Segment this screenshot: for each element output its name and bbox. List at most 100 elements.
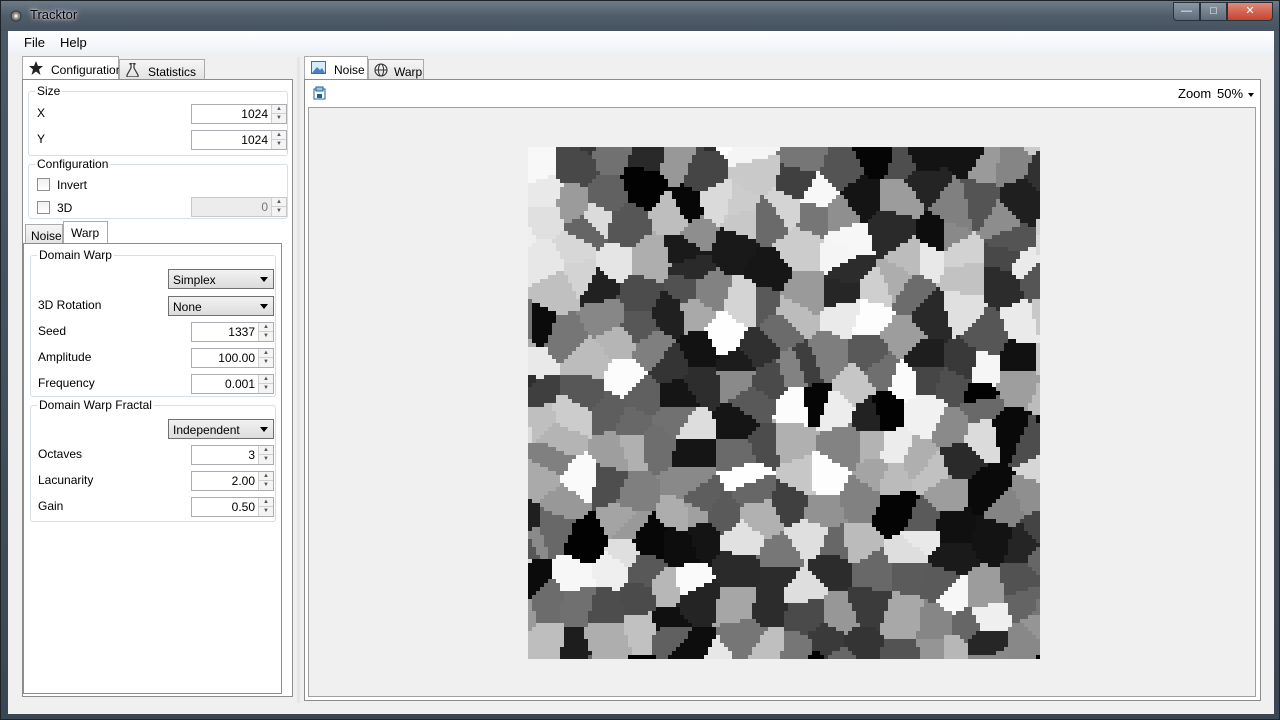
warp-type-value: Simplex xyxy=(173,273,216,287)
gain-up-button[interactable]: ▲ xyxy=(259,498,273,507)
configuration-group: Configuration Invert 3D 0 ▲ ▼ xyxy=(28,157,288,219)
rotation-select[interactable]: None xyxy=(168,296,274,316)
tab-warp[interactable]: Warp xyxy=(368,59,424,79)
chevron-down-icon xyxy=(1248,93,1254,97)
splitter[interactable] xyxy=(297,57,300,703)
close-button[interactable]: ✕ xyxy=(1227,2,1273,21)
lacunarity-up-button[interactable]: ▲ xyxy=(259,472,273,481)
subtab-warp[interactable]: Warp xyxy=(63,221,108,245)
tab-statistics-label: Statistics xyxy=(148,65,197,79)
seed-down-button[interactable]: ▼ xyxy=(259,332,273,341)
lacunarity-down-button[interactable]: ▼ xyxy=(259,481,273,490)
zoom-dropdown[interactable]: 50% xyxy=(1217,84,1257,102)
maximize-button[interactable]: □ xyxy=(1200,2,1227,21)
menu-help[interactable]: Help xyxy=(60,35,87,50)
gear-icon xyxy=(10,10,22,22)
zoom-label: Zoom xyxy=(1178,86,1212,101)
zoom-value: 50% xyxy=(1217,86,1244,101)
x-label: X xyxy=(37,106,46,120)
octaves-value: 3 xyxy=(248,448,255,462)
x-up-button[interactable]: ▲ xyxy=(272,105,286,114)
3d-checkbox[interactable] xyxy=(37,201,50,214)
octaves-label: Octaves xyxy=(38,447,83,461)
flask-icon xyxy=(126,63,139,77)
domain-warp-fractal-group: Domain Warp Fractal Independent Octaves … xyxy=(30,398,276,522)
warp-panel: Domain Warp Simplex 3D Rotation None See… xyxy=(23,243,282,694)
frequency-down-button[interactable]: ▼ xyxy=(259,384,273,393)
chevron-down-icon xyxy=(260,427,268,432)
amplitude-input[interactable]: 100.00 ▲ ▼ xyxy=(191,348,274,368)
3d-up-button: ▲ xyxy=(272,198,286,207)
preview-viewport[interactable] xyxy=(308,107,1256,697)
menu-bar: File Help xyxy=(8,31,1274,54)
tab-noise-label: Noise xyxy=(334,63,365,77)
invert-label: Invert xyxy=(57,178,88,192)
star-icon xyxy=(29,61,43,75)
configuration-panel: Size X 1024 ▲ ▼ Y 1024 ▲ ▼ Configuration I… xyxy=(22,79,293,697)
fractal-type-select[interactable]: Independent xyxy=(168,419,274,439)
3d-value: 0 xyxy=(261,200,268,214)
3d-value-input: 0 ▲ ▼ xyxy=(191,197,287,217)
frequency-value: 0.001 xyxy=(224,377,255,391)
lacunarity-input[interactable]: 2.00 ▲ ▼ xyxy=(191,471,274,491)
preview-panel: Zoom 50% xyxy=(304,79,1261,701)
octaves-up-button[interactable]: ▲ xyxy=(259,446,273,455)
lacunarity-label: Lacunarity xyxy=(38,473,94,487)
size-group: Size X 1024 ▲ ▼ Y 1024 ▲ ▼ xyxy=(28,84,288,156)
seed-value: 1337 xyxy=(228,325,255,339)
subtab-noise[interactable]: Noise xyxy=(25,224,63,244)
amplitude-label: Amplitude xyxy=(38,350,92,364)
amplitude-up-button[interactable]: ▲ xyxy=(259,349,273,358)
domain-warp-title: Domain Warp xyxy=(37,248,114,262)
rotation-value: None xyxy=(173,300,202,314)
gain-value: 0.50 xyxy=(231,500,255,514)
tab-configuration[interactable]: Configuration xyxy=(22,56,123,80)
octaves-down-button[interactable]: ▼ xyxy=(259,455,273,464)
chevron-down-icon xyxy=(260,304,268,309)
invert-checkbox[interactable] xyxy=(37,178,50,191)
x-value: 1024 xyxy=(241,107,268,121)
tab-configuration-label: Configuration xyxy=(51,63,123,77)
minimize-button[interactable]: — xyxy=(1173,2,1200,21)
gain-input[interactable]: 0.50 ▲ ▼ xyxy=(191,497,274,517)
subtab-warp-label: Warp xyxy=(71,226,100,240)
image-icon xyxy=(311,61,326,74)
3d-down-button: ▼ xyxy=(272,207,286,216)
title-bar[interactable]: Tracktor — □ ✕ xyxy=(1,1,1279,31)
frequency-up-button[interactable]: ▲ xyxy=(259,375,273,384)
noise-preview-image xyxy=(528,147,1040,659)
frequency-input[interactable]: 0.001 ▲ ▼ xyxy=(191,374,274,394)
globe-icon xyxy=(374,63,388,77)
warp-type-select[interactable]: Simplex xyxy=(168,269,274,289)
fractal-type-value: Independent xyxy=(173,423,240,437)
tab-statistics[interactable]: Statistics xyxy=(119,59,205,79)
x-down-button[interactable]: ▼ xyxy=(272,114,286,123)
chevron-down-icon xyxy=(260,277,268,282)
frequency-label: Frequency xyxy=(38,376,95,390)
caption-buttons: — □ ✕ xyxy=(1173,2,1273,21)
seed-up-button[interactable]: ▲ xyxy=(259,323,273,332)
seed-input[interactable]: 1337 ▲ ▼ xyxy=(191,322,274,342)
domain-warp-fractal-title: Domain Warp Fractal xyxy=(37,398,154,412)
seed-label: Seed xyxy=(38,324,67,338)
y-input[interactable]: 1024 ▲ ▼ xyxy=(191,130,287,150)
y-up-button[interactable]: ▲ xyxy=(272,131,286,140)
tab-warp-label: Warp xyxy=(394,65,423,79)
gain-down-button[interactable]: ▼ xyxy=(259,507,273,516)
amplitude-down-button[interactable]: ▼ xyxy=(259,358,273,367)
y-down-button[interactable]: ▼ xyxy=(272,140,286,149)
octaves-input[interactable]: 3 ▲ ▼ xyxy=(191,445,274,465)
configuration-group-title: Configuration xyxy=(35,157,111,171)
menu-file[interactable]: File xyxy=(24,35,45,50)
x-input[interactable]: 1024 ▲ ▼ xyxy=(191,104,287,124)
y-label: Y xyxy=(37,132,46,146)
save-image-icon[interactable] xyxy=(313,86,327,100)
subtab-noise-label: Noise xyxy=(31,229,62,243)
app-window: Tracktor — □ ✕ File Help Configuration S… xyxy=(0,0,1280,720)
gain-label: Gain xyxy=(38,499,64,513)
client-area: File Help Configuration Statistics Size … xyxy=(8,31,1274,714)
tab-noise[interactable]: Noise xyxy=(304,56,368,80)
3d-label: 3D xyxy=(57,201,73,215)
window-title: Tracktor xyxy=(30,7,78,22)
rotation-label: 3D Rotation xyxy=(38,298,102,312)
